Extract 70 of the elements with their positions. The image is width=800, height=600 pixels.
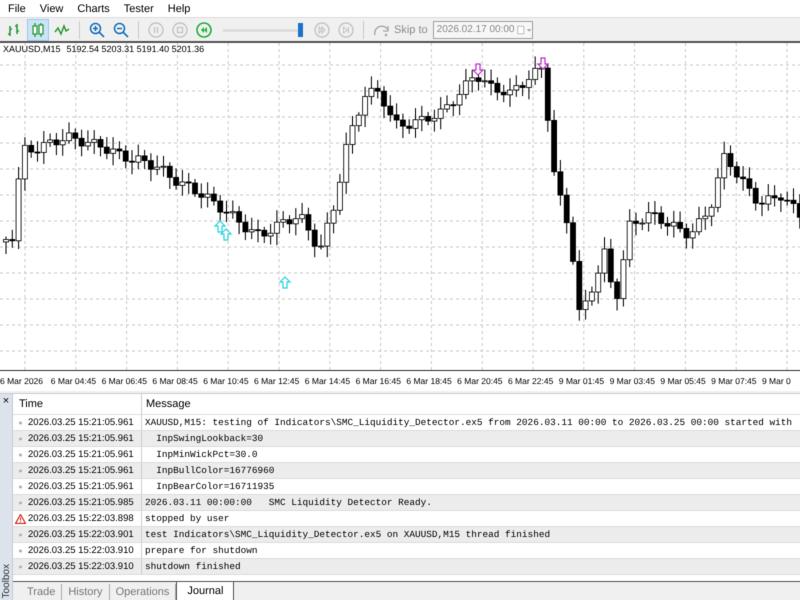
time-cell: 2026.03.25 15:22:03.901 [28, 529, 134, 540]
line-chart-icon [54, 22, 70, 38]
time-cell: 2026.03.25 15:22:03.898 [28, 513, 134, 524]
message-cell-text: InpBearColor=16711935 [155, 481, 274, 492]
pause-icon [148, 22, 164, 38]
up-arrow-icon [214, 220, 226, 233]
message-cell-text: prepare for shutdown [144, 545, 258, 556]
time-axis-label: 6 Mar 20:45 [457, 376, 504, 386]
candlestick-button[interactable] [27, 18, 49, 40]
zoom-out-icon [113, 22, 129, 38]
rewind-icon [196, 22, 212, 38]
up-arrow-icon [220, 228, 232, 241]
calendar-dropdown-icon [516, 24, 532, 36]
stop-icon [172, 22, 188, 38]
time-axis-label: 9 Mar 0 [762, 376, 792, 386]
time-cell: 2026.03.25 15:21:05.961 [28, 449, 134, 460]
time-axis-label: 9 Mar 07:45 [711, 376, 758, 386]
message-cell-text: test Indicators\SMC_Liquidity_Detector.ex5 on XAUUSD,M15 thread finished [144, 529, 550, 540]
message-cell-text: XAUUSD,M15: testing of Indicators\SMC_Liquidity_Detector.ex5 from 2026.03.11 00:00 to 2026.03.25 00:00 started with [144, 417, 792, 428]
time-cell: 2026.03.25 15:21:05.961 [28, 433, 134, 444]
time-axis-label: 9 Mar 03:45 [610, 376, 656, 386]
bar-chart-icon [6, 22, 22, 38]
column-header[interactable]: Message [142, 394, 800, 414]
close-button[interactable]: × [2, 394, 10, 408]
symbol-label: XAUUSD,M15 [3, 44, 61, 54]
time-axis-label: 9 Mar 05:45 [660, 376, 707, 386]
down-arrow-icon [536, 57, 550, 70]
up-arrow-icon [278, 276, 292, 289]
menu-item[interactable]: Charts [71, 2, 118, 14]
time-axis-label: 6 Mar 06:45 [102, 376, 148, 386]
panel-tab[interactable]: Trade [21, 584, 62, 600]
message-cell-text: shutdown finished [144, 561, 241, 572]
menu-item[interactable]: Help [162, 2, 198, 14]
curved-arrow-icon [373, 22, 391, 36]
time-cell: 2026.03.25 15:22:03.910 [28, 561, 134, 572]
time-axis-label: 6 Mar 18:45 [406, 376, 453, 386]
time-axis-label: 6 Mar 2026 [0, 376, 44, 386]
time-cell: 2026.03.25 15:21:05.961 [28, 481, 134, 492]
menu-item[interactable]: View [34, 2, 72, 14]
time-axis-label: 6 Mar 22:45 [508, 376, 554, 386]
toolbox-label: Toolbox [0, 564, 12, 598]
menu-item[interactable]: File [2, 2, 34, 14]
time-axis-label: 6 Mar 12:45 [254, 376, 300, 386]
time-axis-label: 6 Mar 10:45 [203, 376, 250, 386]
speed-slider[interactable] [223, 22, 303, 36]
candlestick-icon [30, 22, 46, 38]
time-cell: 2026.03.25 15:21:05.961 [28, 417, 134, 428]
skip-to-end-icon [338, 22, 354, 38]
message-cell-text: InpMinWickPct=30.0 [155, 449, 258, 460]
down-arrow-icon [472, 63, 484, 76]
slider-thumb[interactable] [298, 22, 303, 36]
time-cell: 2026.03.25 15:21:05.985 [28, 497, 134, 508]
time-cell: 2026.03.25 15:21:05.961 [28, 465, 134, 476]
time-axis-label: 6 Mar 16:45 [356, 376, 402, 386]
panel-tab[interactable]: History [62, 584, 110, 600]
fast-forward-icon [314, 22, 330, 38]
time-cell: 2026.03.25 15:22:03.910 [28, 545, 134, 556]
time-axis-label: 9 Mar 01:45 [558, 376, 606, 386]
message-cell-text: stopped by user [144, 513, 230, 524]
zoom-in-icon [89, 22, 105, 38]
time-axis-label: 6 Mar 08:45 [152, 376, 199, 386]
message-cell-text: InpBullColor=16776960 [155, 465, 274, 476]
ohlc-values: 5192.54 5203.31 5191.40 5201.36 [66, 44, 204, 54]
panel-tab[interactable]: Journal [176, 582, 234, 600]
message-cell-text: 2026.03.11 00:00:00 SMC Liquidity Detector Ready. [144, 497, 432, 508]
time-axis-label: 6 Mar 14:45 [304, 376, 352, 386]
column-header[interactable]: Time [13, 394, 142, 414]
menu-item[interactable]: Tester [118, 2, 162, 14]
message-cell-text: InpSwingLookback=30 [155, 433, 264, 444]
time-axis-label: 6 Mar 04:45 [50, 376, 98, 386]
